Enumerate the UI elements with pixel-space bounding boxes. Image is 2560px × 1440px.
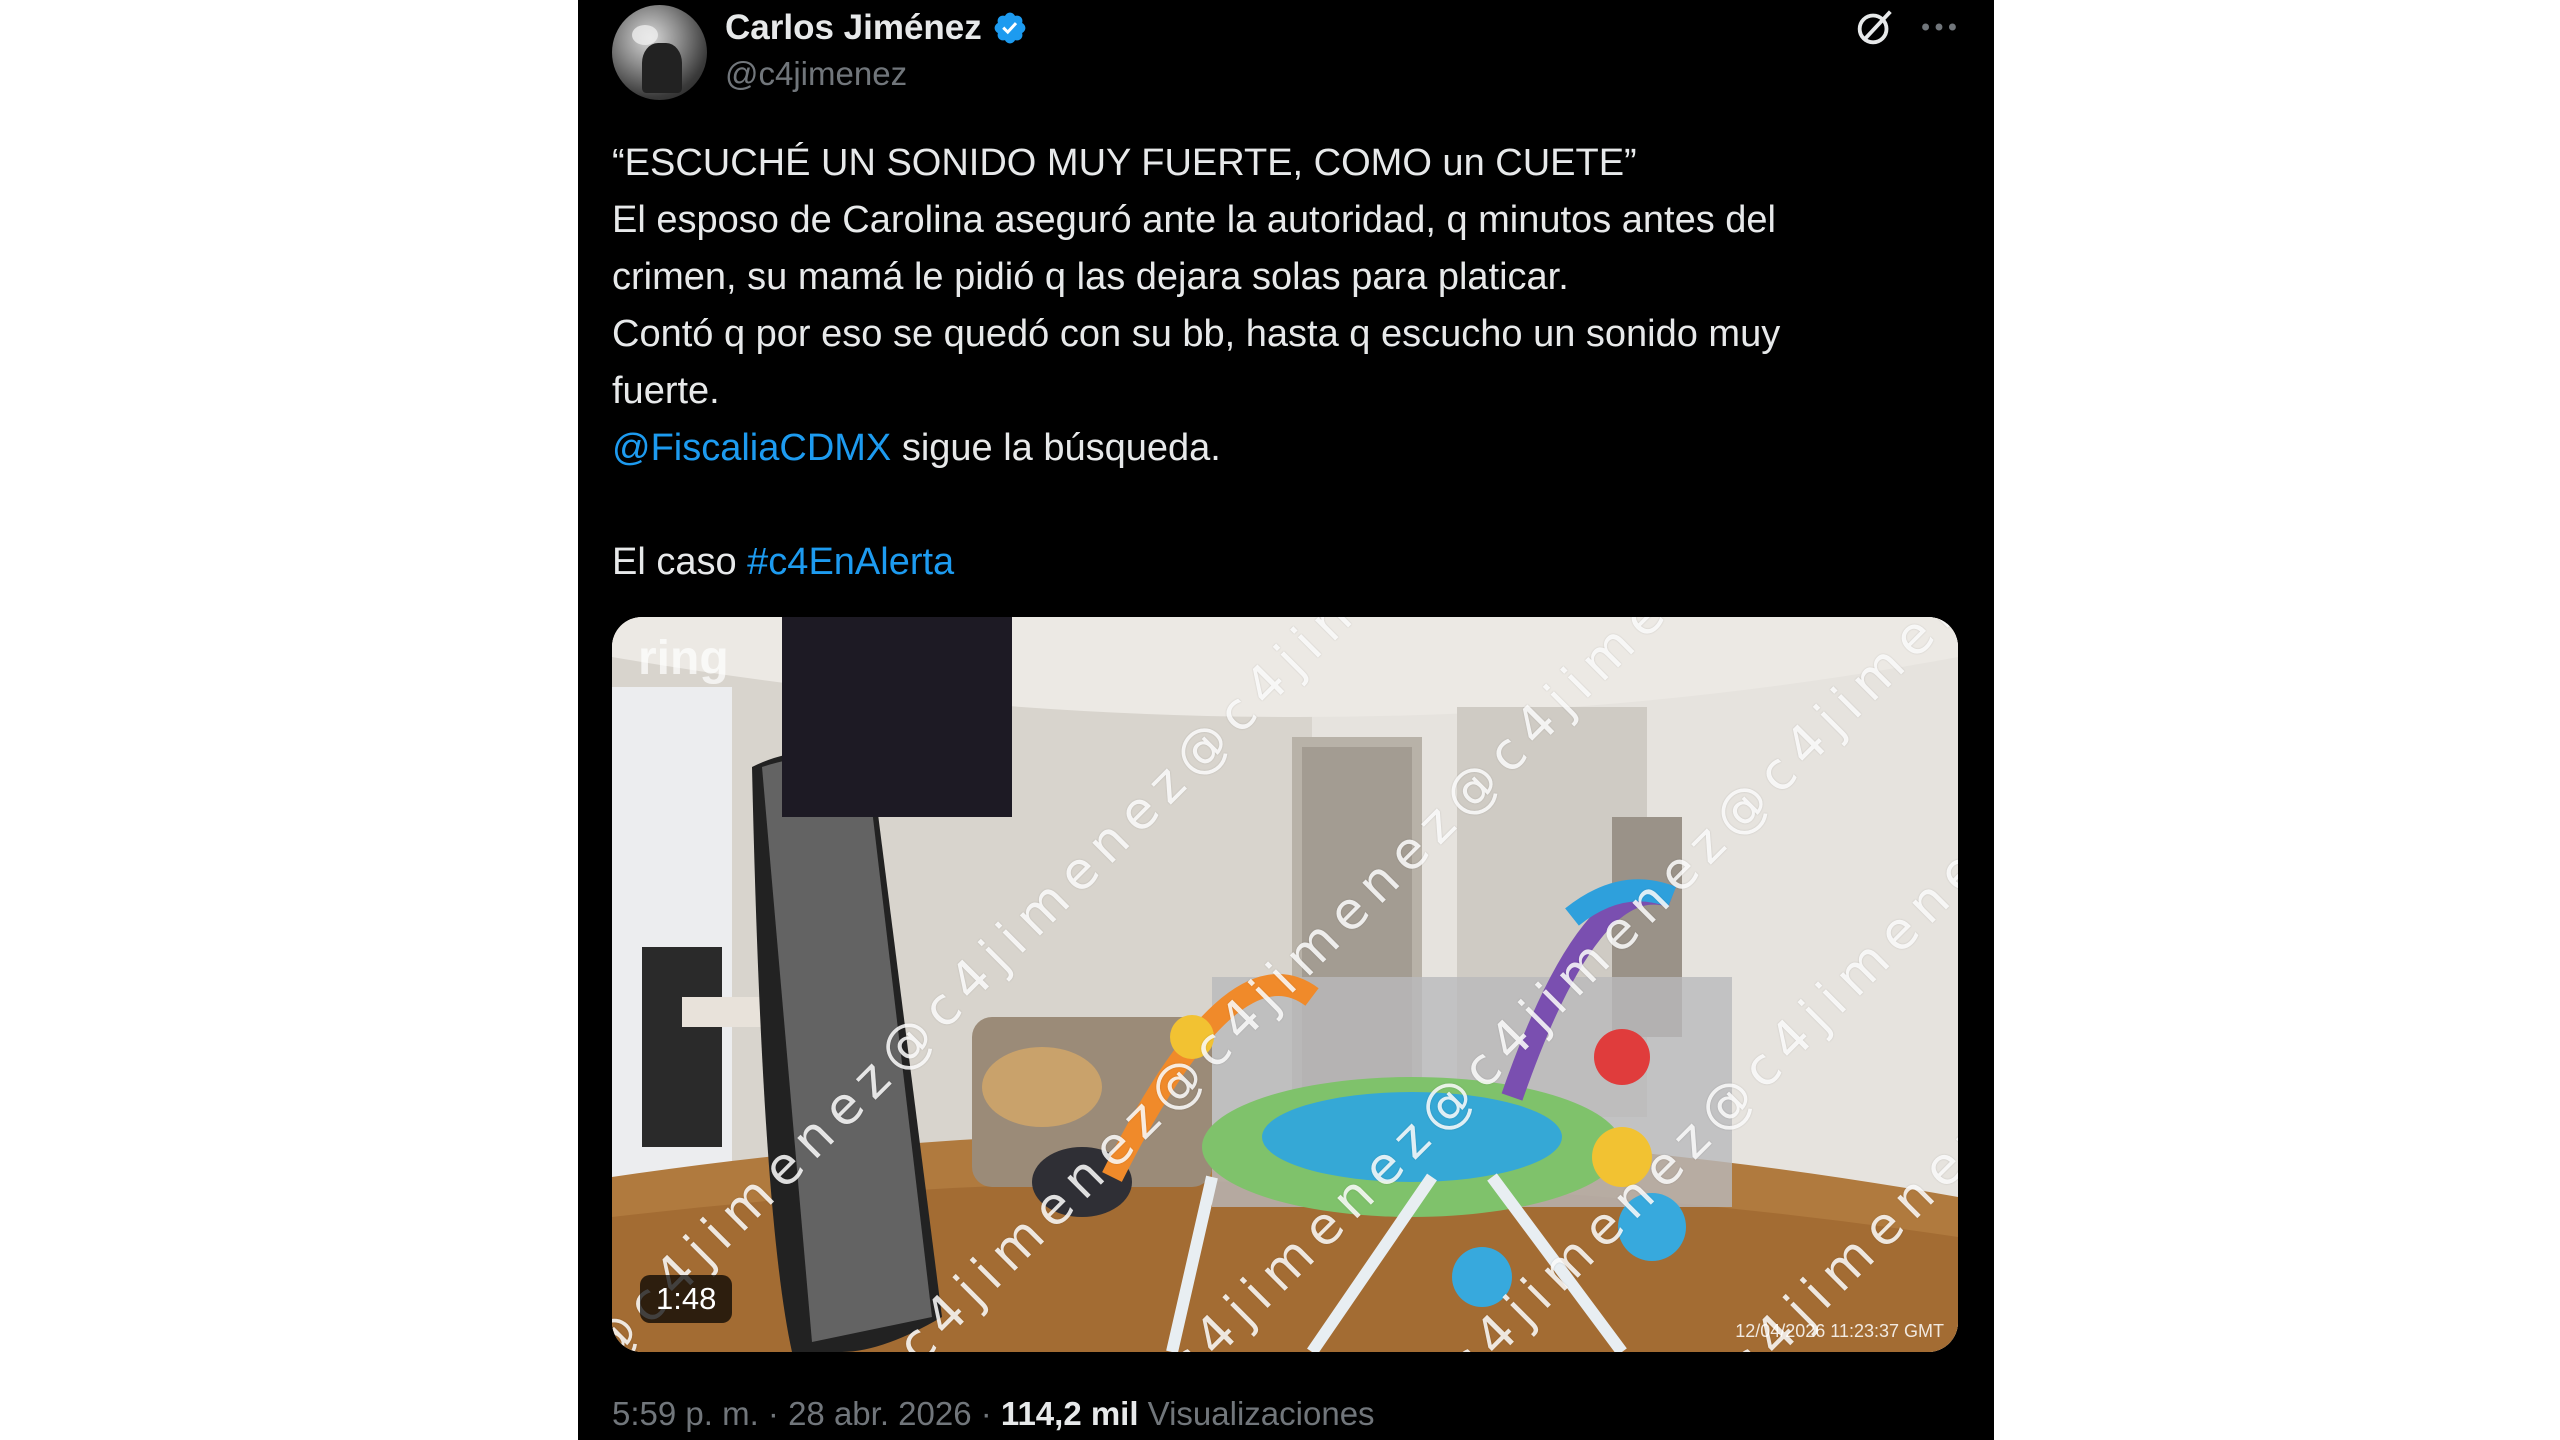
avatar[interactable] (612, 5, 707, 100)
verified-badge-icon (994, 12, 1026, 44)
grok-icon[interactable] (1852, 4, 1898, 50)
tweet-meta: 5:59 p. m. · 28 abr. 2026 · 114,2 mil Vi… (612, 1395, 1375, 1433)
tweet-date[interactable]: 28 abr. 2026 (788, 1395, 972, 1432)
hashtag-line: El caso #c4EnAlerta (612, 534, 1942, 591)
tweet-line: fuerte. (612, 370, 720, 412)
more-options-icon[interactable] (1916, 4, 1962, 50)
tweet-time[interactable]: 5:59 p. m. (612, 1395, 759, 1432)
camera-timestamp: 12/04/2026 11:23:37 GMT (1735, 1321, 1944, 1341)
meta-separator: · (758, 1395, 789, 1432)
author-name[interactable]: Carlos Jiménez (725, 8, 982, 48)
tweet-card[interactable]: Carlos Jiménez @c4jimenez “ESCUCHÉ UN SO… (578, 0, 1994, 1440)
views-label: Visualizaciones (1138, 1395, 1375, 1432)
meta-separator: · (971, 1395, 1001, 1432)
author-name-row[interactable]: Carlos Jiménez (725, 8, 1028, 48)
views-count: 114,2 mil (1000, 1395, 1139, 1432)
camera-logo: ring (638, 632, 729, 685)
author-handle[interactable]: @c4jimenez (725, 55, 907, 93)
tweet-line: El esposo de Carolina aseguró ante la au… (612, 199, 1776, 241)
video-player[interactable]: ring @c4jimenez@c4jimenez@c4jimenez @c4j… (612, 617, 1958, 1352)
tweet-line: Contó q por eso se quedó con su bb, hast… (612, 313, 1781, 355)
hashtag-link[interactable]: #c4EnAlerta (747, 541, 954, 583)
mention-line: @FiscaliaCDMX sigue la búsqueda. (612, 420, 1942, 477)
tweet-text: “ESCUCHÉ UN SONIDO MUY FUERTE, COMO un C… (612, 135, 1942, 591)
tweet-line: “ESCUCHÉ UN SONIDO MUY FUERTE, COMO un C… (612, 142, 1637, 184)
video-duration: 1:48 (640, 1275, 733, 1323)
tweet-line: crimen, su mamá le pidió q las dejara so… (612, 256, 1569, 298)
mention-suffix: sigue la búsqueda. (891, 427, 1221, 469)
mention-link[interactable]: @FiscaliaCDMX (612, 427, 891, 469)
caso-prefix: El caso (612, 541, 748, 583)
